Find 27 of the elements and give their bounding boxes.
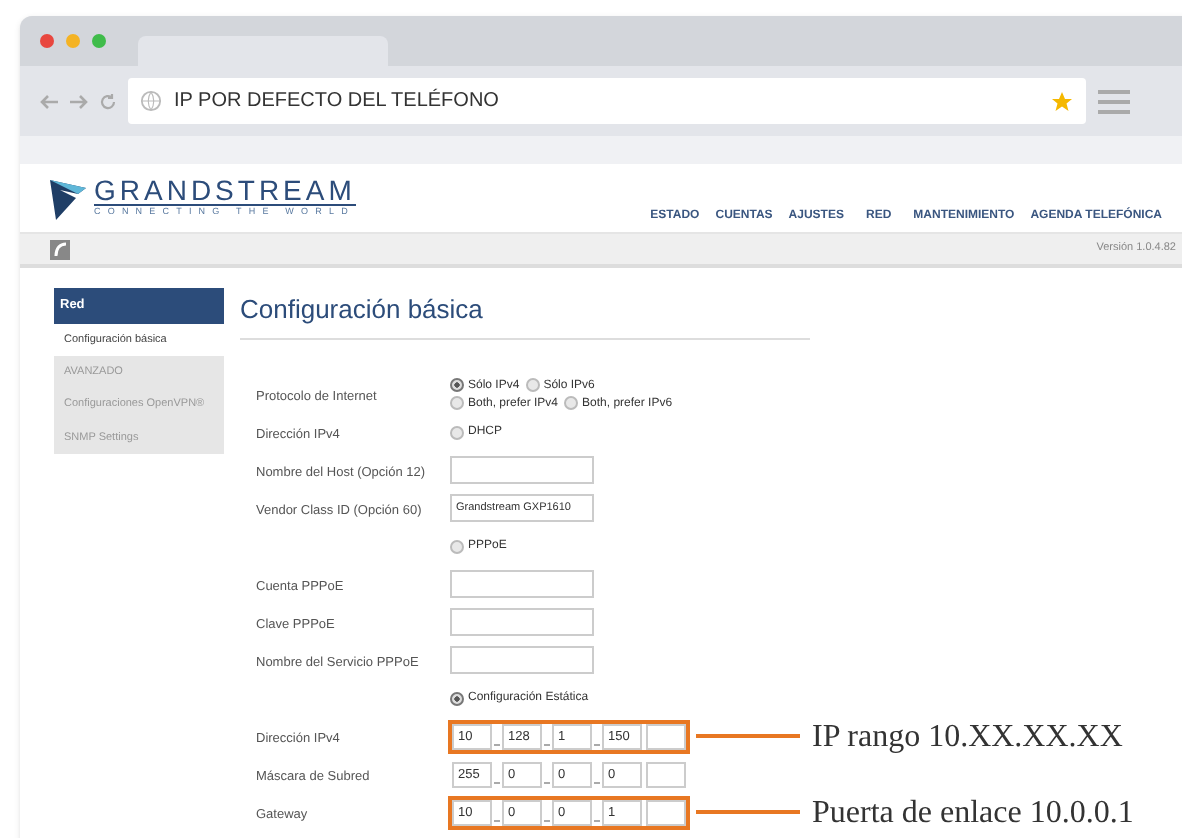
text-field[interactable] <box>450 570 594 598</box>
text-field[interactable] <box>450 456 594 484</box>
radio-button[interactable] <box>450 378 464 392</box>
text-field[interactable] <box>450 608 594 636</box>
radio-button[interactable] <box>450 396 464 410</box>
globe-icon <box>140 90 162 112</box>
text-field[interactable] <box>450 646 594 674</box>
radio-button[interactable] <box>564 396 579 410</box>
star-icon[interactable] <box>1050 89 1074 113</box>
annotation-text: IP rango 10.XX.XX.XX <box>812 719 1123 753</box>
logo-name: GRANDSTREAM <box>94 176 356 207</box>
radio-button[interactable] <box>525 378 540 392</box>
logo-mark-icon <box>50 176 86 220</box>
forward-arrow-icon[interactable] <box>70 93 88 109</box>
menu-icon[interactable] <box>1098 89 1130 113</box>
back-arrow-icon[interactable] <box>40 93 58 109</box>
radio-button[interactable] <box>450 539 464 553</box>
annotation-text: Puerta de enlace 10.0.0.1 <box>812 795 1134 829</box>
page-title: Configuración básica <box>240 288 810 339</box>
phone-icon <box>50 239 70 259</box>
radio-button[interactable] <box>450 425 464 439</box>
reload-icon[interactable] <box>100 93 116 109</box>
address-text: IP POR DEFECTO DEL TELÉFONO <box>174 86 501 116</box>
address-bar[interactable]: IP POR DEFECTO DEL TELÉFONO <box>128 78 1086 124</box>
leader-line <box>696 810 800 814</box>
radio-button[interactable] <box>450 691 464 705</box>
leader-line <box>696 734 800 738</box>
